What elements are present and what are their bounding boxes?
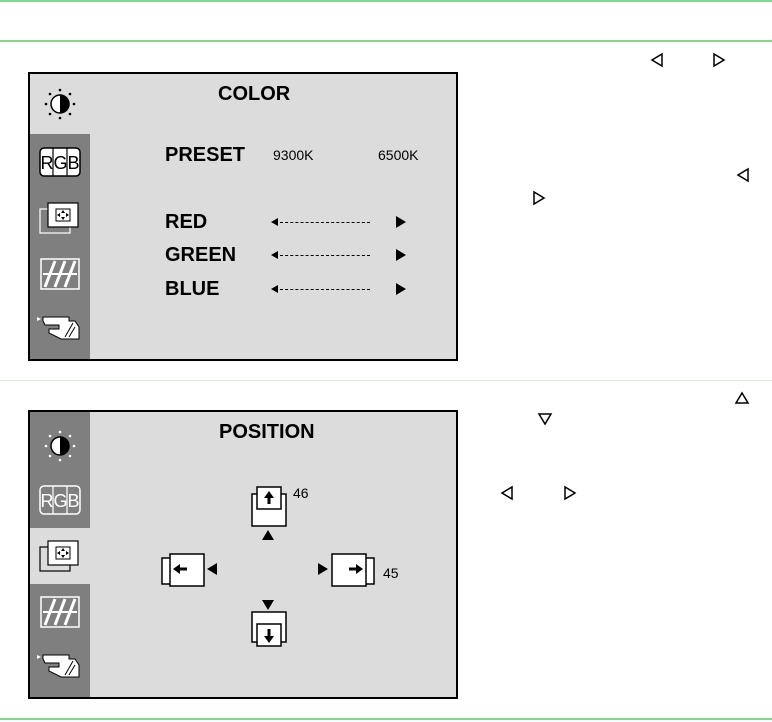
position-icon xyxy=(39,540,79,572)
sidebar-item-utility[interactable] xyxy=(30,298,90,354)
vertical-up-arrow[interactable] xyxy=(262,530,274,540)
horizontal-left-arrow[interactable] xyxy=(207,563,217,575)
brightness-icon xyxy=(44,430,76,462)
right-arrow-icon xyxy=(533,190,546,206)
horizontal-position-value: 45 xyxy=(383,565,399,581)
blue-increase-arrow[interactable] xyxy=(396,283,406,295)
preset-label: PRESET xyxy=(165,144,246,166)
vertical-position-value: 46 xyxy=(293,485,309,501)
brightness-icon xyxy=(44,88,76,120)
blue-decrease-arrow[interactable] xyxy=(271,285,278,293)
sidebar-item-position[interactable] xyxy=(30,190,90,246)
red-decrease-arrow[interactable] xyxy=(271,218,278,226)
sidebar-item-geometry[interactable] xyxy=(30,246,90,302)
divider-middle xyxy=(0,380,772,381)
sidebar-item-position[interactable] xyxy=(30,528,90,584)
red-slider-track[interactable] xyxy=(280,222,370,223)
sidebar-item-brightness[interactable] xyxy=(30,74,90,134)
geometry-icon xyxy=(40,596,80,628)
red-increase-arrow[interactable] xyxy=(396,216,406,228)
panel-title: COLOR xyxy=(218,83,291,105)
vertical-position-up-icon[interactable] xyxy=(249,485,289,529)
sidebar-item-utility[interactable] xyxy=(30,636,90,692)
rgb-icon: RGB xyxy=(39,485,81,515)
vertical-position-down-icon[interactable] xyxy=(249,610,289,650)
divider-header xyxy=(0,40,772,42)
preset-option-9300k[interactable]: 9300K xyxy=(273,147,313,163)
green-decrease-arrow[interactable] xyxy=(271,251,278,259)
blue-label: BLUE xyxy=(165,278,220,300)
sidebar-item-rgb[interactable]: RGB xyxy=(30,472,90,528)
sidebar-item-rgb[interactable]: RGB xyxy=(30,134,90,190)
preset-option-6500k[interactable]: 6500K xyxy=(378,147,418,163)
right-arrow-icon xyxy=(713,52,726,68)
position-osd-panel: RGB POSITION 46 45 xyxy=(28,410,458,699)
sidebar-item-geometry[interactable] xyxy=(30,584,90,640)
color-osd-panel: RGB COLOR PRESET 9300K 6500K RED GREEN B… xyxy=(28,72,458,361)
osd-sidebar: RGB xyxy=(30,74,90,359)
horizontal-position-left-icon[interactable] xyxy=(160,552,206,588)
geometry-icon xyxy=(40,258,80,290)
horizontal-right-arrow[interactable] xyxy=(318,563,328,575)
green-slider-track[interactable] xyxy=(280,255,370,256)
red-label: RED xyxy=(165,211,208,233)
sidebar-item-brightness[interactable] xyxy=(30,418,90,474)
rgb-icon-text: RGB xyxy=(40,491,79,511)
right-arrow-icon xyxy=(564,485,577,501)
position-icon xyxy=(39,202,79,234)
horizontal-position-right-icon[interactable] xyxy=(330,552,376,588)
hand-icon xyxy=(37,316,80,340)
divider-bottom xyxy=(0,718,772,720)
left-arrow-icon xyxy=(650,52,663,68)
left-arrow-icon xyxy=(500,485,513,501)
hand-icon xyxy=(37,654,80,678)
green-label: GREEN xyxy=(165,244,237,266)
left-arrow-icon xyxy=(736,167,749,183)
panel-title: POSITION xyxy=(219,421,315,443)
rgb-icon: RGB xyxy=(39,147,81,177)
blue-slider-track[interactable] xyxy=(280,289,370,290)
green-increase-arrow[interactable] xyxy=(396,249,406,261)
rgb-icon-text: RGB xyxy=(40,153,79,173)
osd-sidebar: RGB xyxy=(30,412,90,697)
down-arrow-icon xyxy=(537,413,553,426)
vertical-down-arrow[interactable] xyxy=(262,600,274,610)
up-arrow-icon xyxy=(734,391,750,404)
divider-top xyxy=(0,0,772,2)
